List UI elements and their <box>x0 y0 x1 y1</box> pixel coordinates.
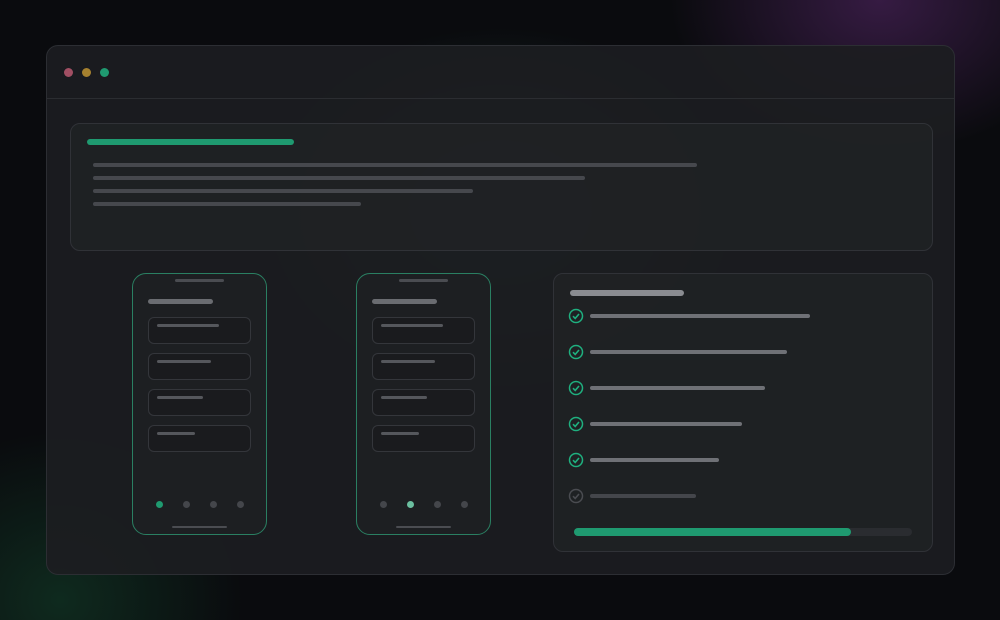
checklist-item[interactable] <box>568 416 908 432</box>
title-bar <box>47 46 954 99</box>
check-circle-icon <box>568 344 584 360</box>
checklist-title-placeholder <box>570 290 684 296</box>
checklist-panel <box>553 273 933 552</box>
text-line-placeholder <box>93 189 473 193</box>
check-circle-icon <box>568 452 584 468</box>
app-window <box>46 45 955 575</box>
check-circle-icon <box>568 308 584 324</box>
phone-notch <box>399 279 448 282</box>
list-item[interactable] <box>148 353 251 380</box>
page-dot[interactable] <box>380 501 387 508</box>
page-dot[interactable] <box>156 501 163 508</box>
minimize-window-button[interactable] <box>82 68 91 77</box>
list-item[interactable] <box>372 317 475 344</box>
close-window-button[interactable] <box>64 68 73 77</box>
page-dot[interactable] <box>461 501 468 508</box>
phone-mockup-b <box>356 273 491 535</box>
maximize-window-button[interactable] <box>100 68 109 77</box>
home-indicator <box>396 526 451 528</box>
home-indicator <box>172 526 227 528</box>
progress-bar <box>574 528 912 536</box>
page-dot[interactable] <box>210 501 217 508</box>
check-circle-outline-icon <box>568 488 584 504</box>
text-line-placeholder <box>93 176 585 180</box>
check-circle-icon <box>568 416 584 432</box>
header-title-placeholder <box>87 139 294 145</box>
text-line-placeholder <box>93 163 697 167</box>
list-item[interactable] <box>372 425 475 452</box>
list-item[interactable] <box>148 425 251 452</box>
list-item[interactable] <box>372 353 475 380</box>
checklist-item[interactable] <box>568 308 908 324</box>
checklist-item[interactable] <box>568 344 908 360</box>
phone-title-placeholder <box>148 299 213 304</box>
list-item[interactable] <box>372 389 475 416</box>
page-dot[interactable] <box>237 501 244 508</box>
list-item[interactable] <box>148 389 251 416</box>
check-circle-icon <box>568 380 584 396</box>
checklist-item[interactable] <box>568 488 908 504</box>
phone-notch <box>175 279 224 282</box>
checklist-item[interactable] <box>568 380 908 396</box>
text-line-placeholder <box>93 202 361 206</box>
phone-title-placeholder <box>372 299 437 304</box>
phone-mockup-a <box>132 273 267 535</box>
page-dot[interactable] <box>183 501 190 508</box>
progress-fill <box>574 528 852 536</box>
page-dot[interactable] <box>434 501 441 508</box>
checklist-item[interactable] <box>568 452 908 468</box>
list-item[interactable] <box>148 317 251 344</box>
page-dot[interactable] <box>407 501 414 508</box>
header-card <box>70 123 933 251</box>
